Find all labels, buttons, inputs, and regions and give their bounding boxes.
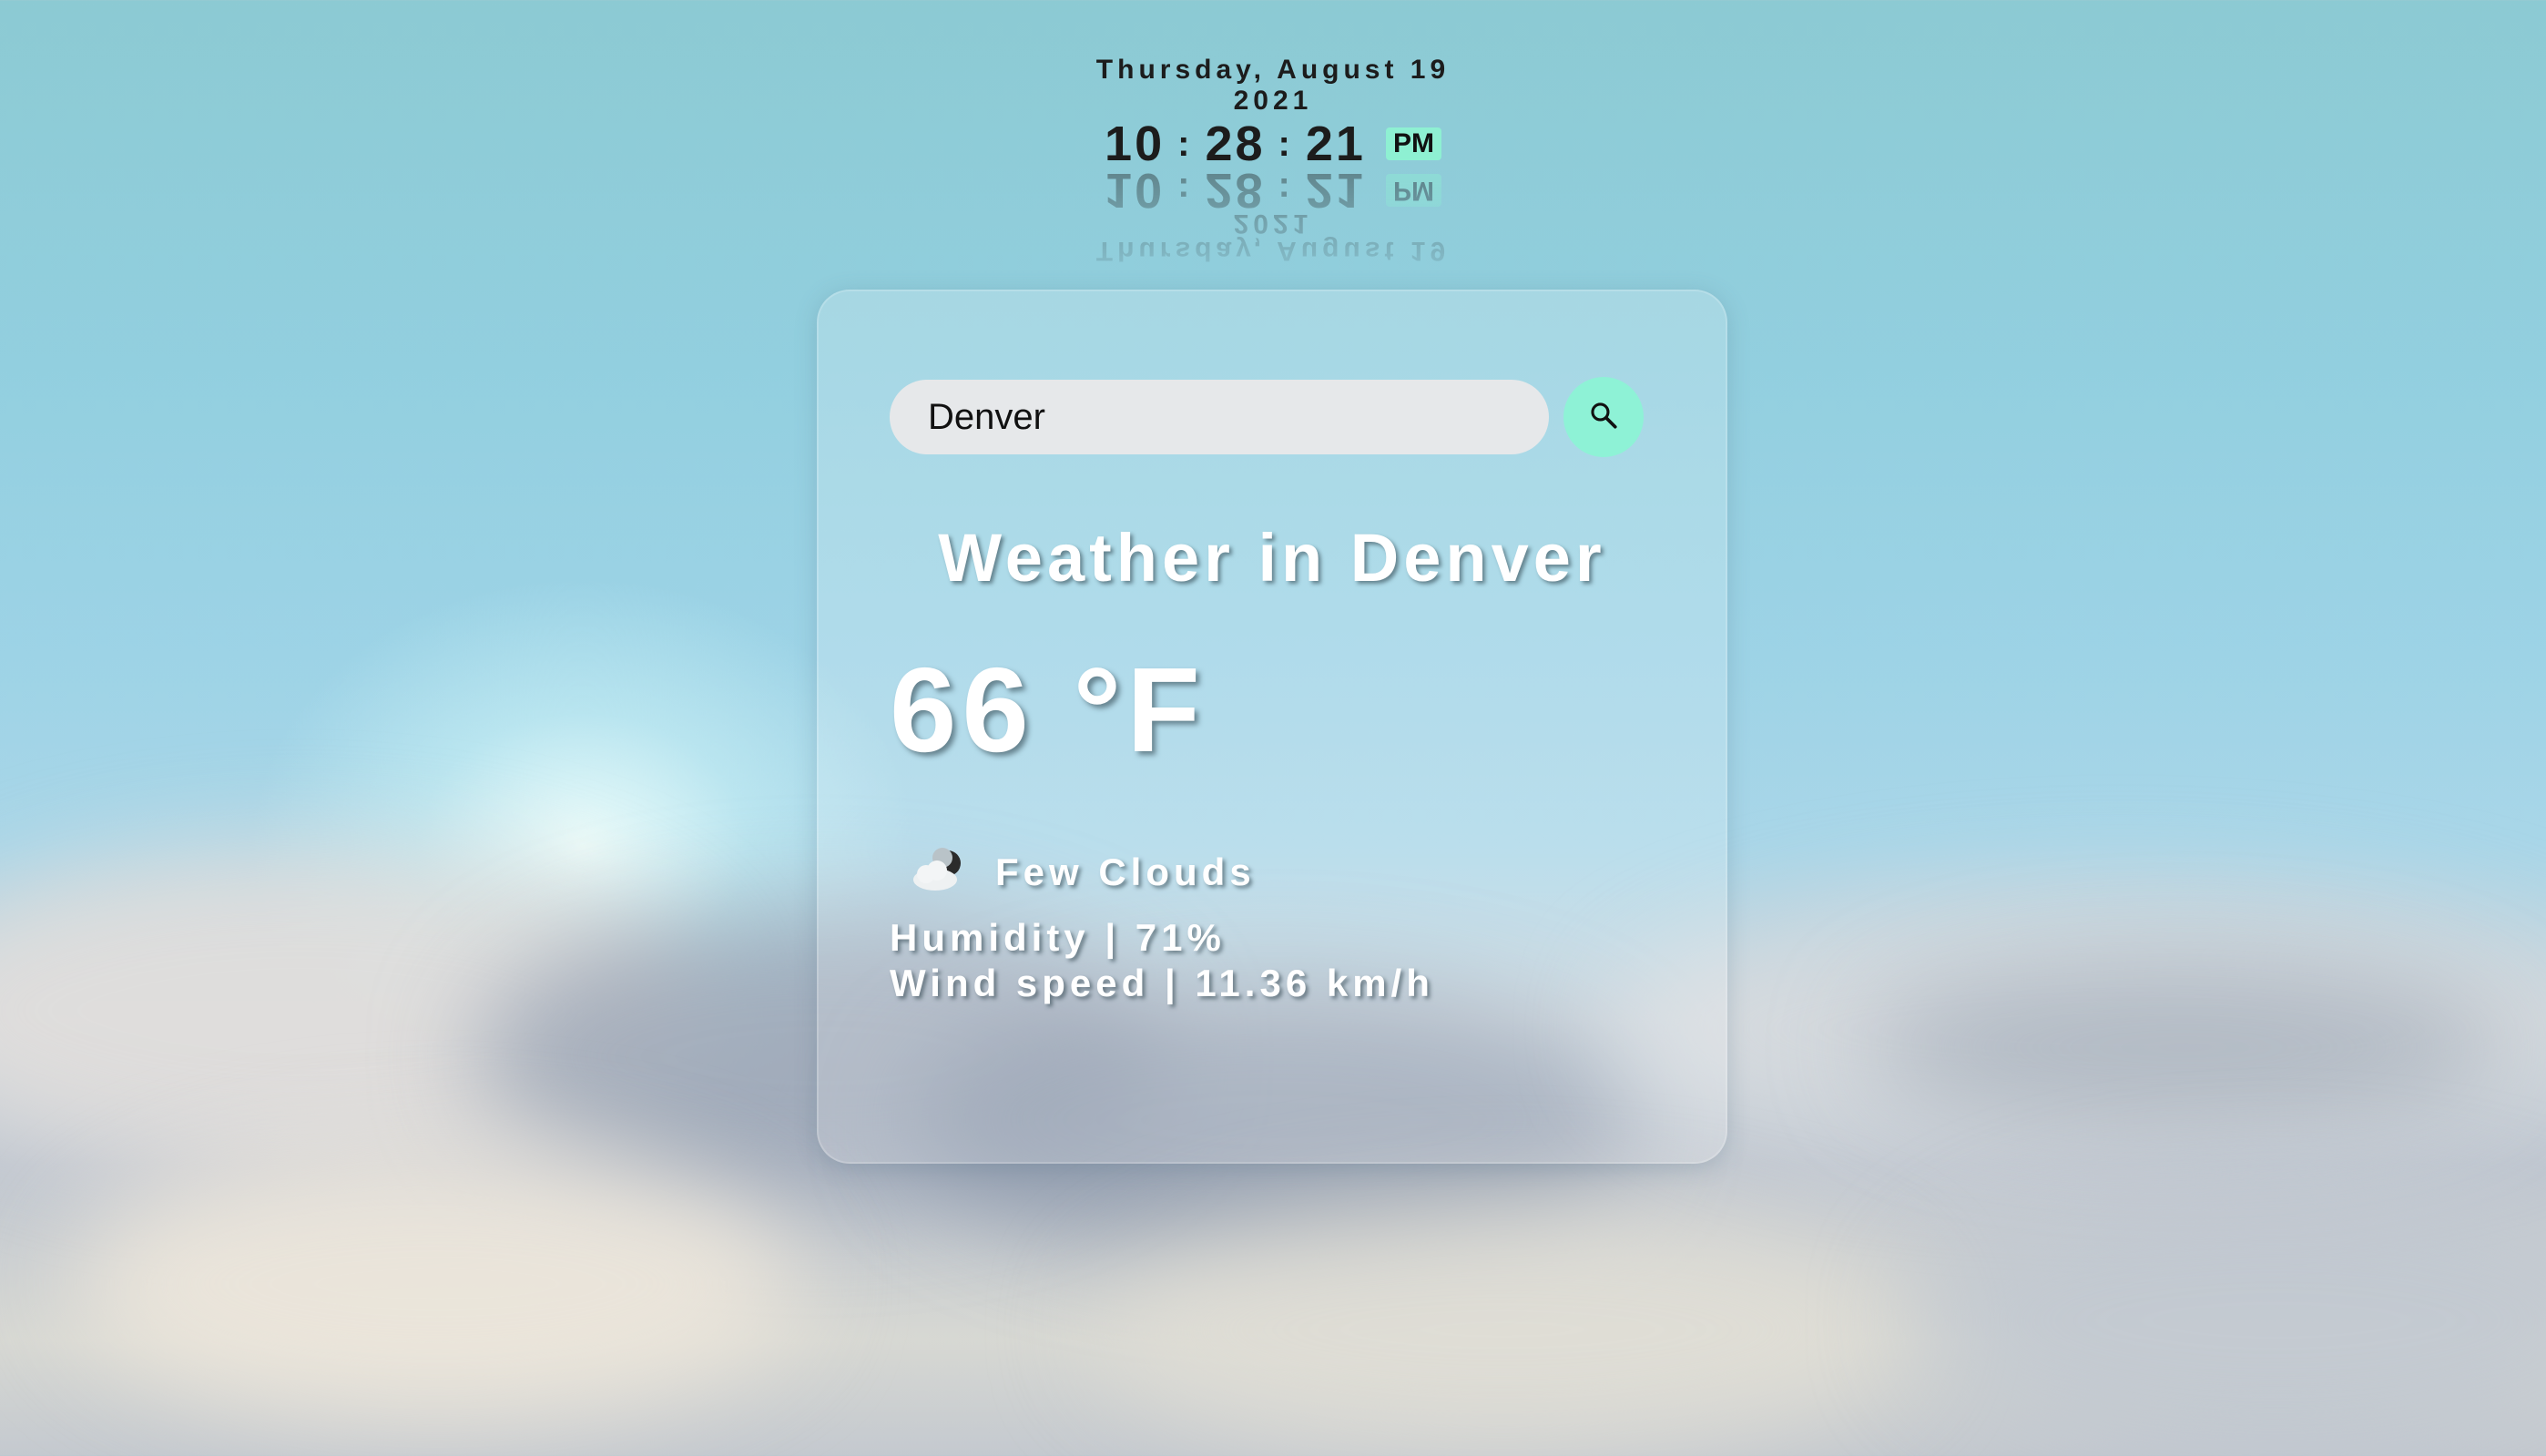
year-text: 2021 (1233, 86, 1313, 116)
few-clouds-night-icon (908, 847, 968, 897)
search-bar (890, 377, 1644, 457)
ampm-reflection: PM (1385, 174, 1441, 207)
hours-text: 10 (1105, 117, 1166, 171)
time-reflection: 10 : 28 : 21 PM (1002, 163, 1544, 218)
clock-reflection: Thursday, August 19 2021 10 : 28 : 21 PM (1002, 163, 1544, 266)
weather-description: Few Clouds (908, 847, 1256, 897)
clock-widget: Thursday, August 19 2021 10 : 28 : 21 PM… (1002, 55, 1544, 266)
separator-reflection: : (1278, 170, 1293, 210)
minutes-text: 28 (1205, 117, 1266, 171)
time-separator: : (1278, 124, 1293, 164)
description-text: Few Clouds (995, 850, 1256, 893)
time-separator: : (1177, 124, 1193, 164)
wind-speed-text: Wind speed | 11.36 km/h (890, 962, 1434, 1004)
separator-reflection: : (1177, 170, 1193, 210)
humidity-text: Humidity | 71% (890, 916, 1226, 959)
hours-reflection: 10 (1105, 163, 1166, 218)
year-reflection: 2021 (1233, 209, 1313, 239)
temperature-value: 66 °F (890, 643, 1206, 777)
date-reflection: Thursday, August 19 (1095, 236, 1451, 266)
seconds-text: 21 (1305, 117, 1366, 171)
search-button[interactable] (1563, 377, 1644, 457)
weather-headline: Weather in Denver (938, 520, 1606, 596)
date-text: Thursday, August 19 (1095, 55, 1451, 85)
seconds-reflection: 21 (1305, 163, 1366, 218)
ampm-badge: PM (1385, 127, 1441, 160)
minutes-reflection: 28 (1205, 163, 1266, 218)
weather-card: Weather in Denver 66 °F Few Clouds Humid… (817, 290, 1727, 1164)
time-display: 10 : 28 : 21 PM (1002, 117, 1544, 171)
search-icon (1588, 400, 1619, 435)
city-search-input[interactable] (890, 380, 1549, 454)
